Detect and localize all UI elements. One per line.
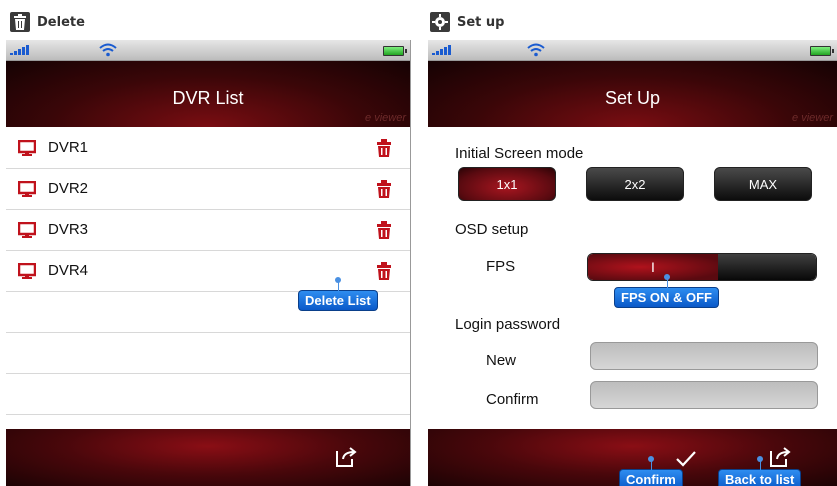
back-to-list-tip: Back to list (718, 456, 802, 486)
new-password-field[interactable] (590, 342, 818, 370)
page-title: DVR List (172, 88, 244, 108)
list-item[interactable]: DVR3 (6, 210, 410, 251)
nav-bar: DVR List e viewer (6, 61, 410, 127)
status-bar (6, 40, 410, 61)
initial-mode-label: Initial Screen mode (455, 145, 584, 162)
caption-label: Delete (37, 14, 85, 30)
status-bar (428, 40, 837, 61)
confirm-password-label: Confirm (486, 391, 539, 408)
trash-icon[interactable] (376, 180, 392, 198)
mode-1x1-button[interactable]: 1x1 (458, 167, 556, 201)
confirm-password-field[interactable] (590, 381, 818, 409)
dvr-list: DVR1 DVR2 DVR3 DVR4 (6, 128, 410, 429)
fps-toggle-on: I (588, 254, 718, 280)
brand-label: e viewer (365, 112, 406, 124)
dvr-list-screen: DVR List e viewer DVR1 DVR2 DVR3 DVR4 De… (6, 40, 411, 486)
osd-label: OSD setup (455, 221, 529, 238)
dvr-name: DVR2 (48, 180, 89, 197)
setup-caption: Set up (430, 9, 504, 35)
empty-row (6, 374, 410, 415)
trash-icon[interactable] (376, 221, 392, 239)
battery-icon (383, 46, 407, 56)
gear-icon (430, 12, 450, 32)
export-icon[interactable] (334, 445, 358, 469)
signal-icon (10, 45, 29, 55)
trash-icon[interactable] (376, 139, 392, 157)
page-title: Set Up (604, 88, 661, 108)
dvr-name: DVR1 (48, 139, 89, 156)
wifi-icon (527, 43, 545, 57)
confirm-tip: Confirm (619, 456, 683, 486)
trash-icon (10, 12, 30, 32)
dvr-name: DVR3 (48, 221, 89, 238)
delete-list-tip: Delete List (298, 277, 378, 311)
list-item[interactable]: DVR2 (6, 169, 410, 210)
bottom-toolbar (6, 429, 410, 486)
export-icon[interactable] (768, 445, 792, 469)
monitor-icon (18, 140, 36, 156)
monitor-icon (18, 181, 36, 197)
fps-tip: FPS ON & OFF (614, 274, 719, 308)
fps-label: FPS (486, 258, 516, 275)
brand-label: e viewer (792, 112, 833, 124)
signal-icon (432, 45, 451, 55)
trash-icon[interactable] (376, 262, 392, 280)
caption-label: Set up (457, 14, 505, 30)
delete-caption: Delete (10, 9, 85, 35)
wifi-icon (99, 43, 117, 57)
empty-row (6, 333, 410, 374)
fps-toggle-off (718, 254, 816, 280)
login-password-label: Login password (455, 316, 561, 333)
list-item[interactable]: DVR4 (6, 251, 410, 292)
checkmark-icon[interactable] (674, 449, 698, 469)
monitor-icon (18, 222, 36, 238)
mode-max-button[interactable]: MAX (714, 167, 812, 201)
fps-toggle[interactable]: I (587, 253, 817, 281)
list-item[interactable]: DVR1 (6, 128, 410, 169)
dvr-name: DVR4 (48, 262, 89, 279)
new-password-label: New (486, 352, 517, 369)
mode-2x2-button[interactable]: 2x2 (586, 167, 684, 201)
battery-icon (810, 46, 834, 56)
nav-bar: Set Up e viewer (428, 61, 837, 127)
setup-screen: Set Up e viewer Initial Screen mode 1x1 … (428, 40, 837, 486)
monitor-icon (18, 263, 36, 279)
